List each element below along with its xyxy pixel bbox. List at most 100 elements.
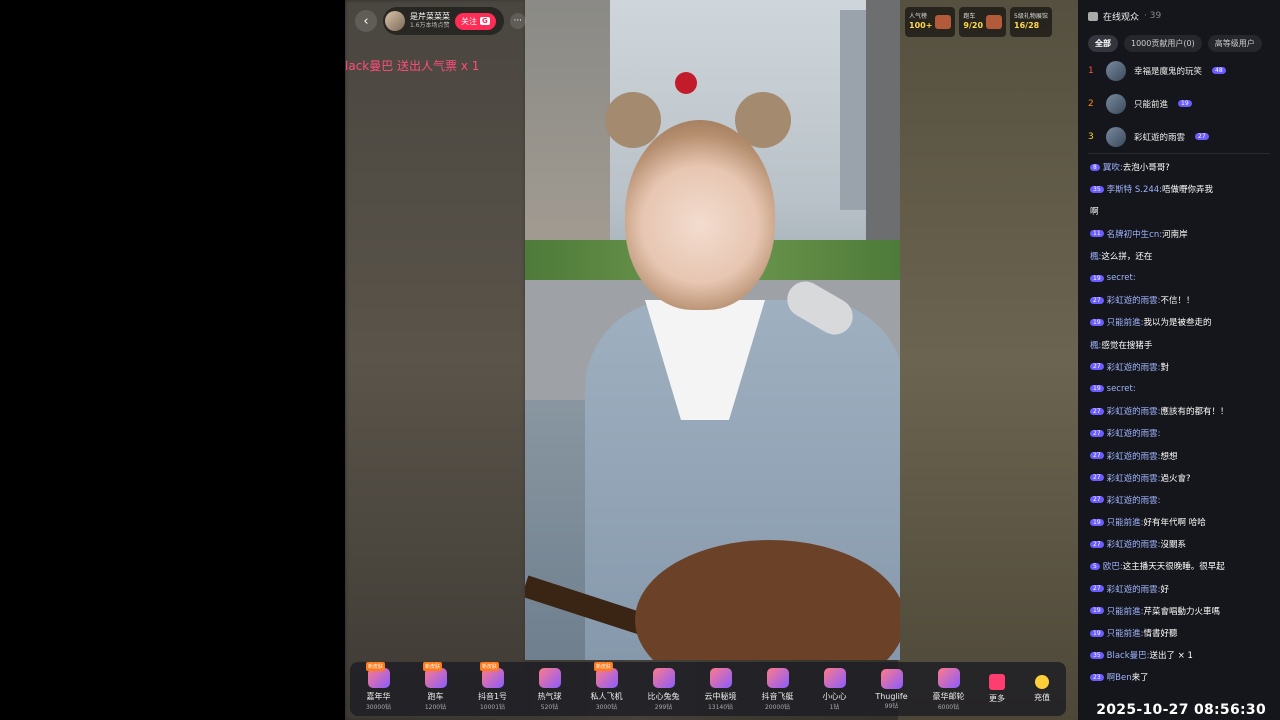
rank-row[interactable]: 1 幸福是魔鬼的玩笑 48	[1078, 54, 1280, 87]
chat-username[interactable]: 楓:	[1090, 339, 1101, 351]
back-button[interactable]: ‹	[355, 10, 377, 32]
host-likes: 1.6万本场点赞	[410, 22, 450, 29]
chat-message: 27 彩虹遊的雨雲:	[1090, 422, 1280, 444]
chat-username[interactable]: 彩虹遊的雨雲:	[1107, 472, 1161, 484]
chat-username[interactable]: 彩虹遊的雨雲:	[1107, 450, 1161, 462]
chat-message: 35 Black曼巴: 送出了 × 1	[1090, 644, 1280, 666]
panel-title: 在线观众	[1103, 12, 1140, 23]
gift-item[interactable]: 热气球 520钻	[521, 667, 578, 711]
gift-tag: 新皮肤	[480, 661, 500, 671]
chat-username[interactable]: 彩虹遊的雨雲:	[1107, 427, 1161, 439]
gift-item[interactable]: 小心心 1钻	[806, 667, 863, 711]
gift-item[interactable]: 新皮肤 跑车 1200钻	[407, 661, 464, 711]
chat-username[interactable]: 只能前進:	[1107, 516, 1144, 528]
chat-text: 情書好聽	[1143, 629, 1178, 640]
chat-username[interactable]: 欧巴:	[1103, 560, 1123, 572]
live-video[interactable]	[525, 0, 900, 660]
cloud-realm-icon	[709, 667, 732, 688]
chat-message: 19 只能前進: 情書好聽	[1090, 622, 1280, 644]
chat-text: 感觉在搜猪手	[1101, 340, 1153, 351]
more-options-button[interactable]: ···	[509, 13, 526, 29]
gift-name: 比心兔兔	[647, 691, 680, 701]
gift-tag: 新皮肤	[594, 661, 614, 671]
chat-username[interactable]: 彩虹遊的雨雲:	[1107, 294, 1161, 306]
avatar[interactable]	[1106, 60, 1126, 81]
avatar[interactable]	[1106, 93, 1126, 114]
chat-text: 好有年代啊 哈哈	[1143, 518, 1206, 529]
stat-sports-car[interactable]: 跑车 9/20	[959, 7, 1007, 37]
tab-all[interactable]: 全部	[1088, 34, 1118, 52]
chat-message: 5 欧巴: 这主播天天很晚睡。很早起	[1090, 555, 1280, 577]
chat-username[interactable]: 只能前進:	[1107, 605, 1144, 617]
avatar[interactable]	[1106, 126, 1126, 147]
diamond-icon	[1035, 675, 1049, 689]
level-badge: 11	[1090, 230, 1104, 238]
gift-item[interactable]: 豪华邮轮 6000钻	[920, 667, 977, 711]
private-jet-icon	[595, 667, 618, 688]
chat-username[interactable]: 只能前進:	[1107, 627, 1144, 639]
gift-item[interactable]: 新皮肤 嘉年华 30000钻	[350, 661, 407, 711]
chat-message: 19 只能前進: 我以为是被叁走的	[1090, 311, 1280, 333]
chat-username[interactable]: 彩虹遊的雨雲:	[1107, 361, 1161, 373]
rank-name: 彩虹遊的雨雲	[1134, 132, 1186, 143]
chat-username[interactable]: 名牌初中生cn:	[1107, 228, 1162, 240]
follow-label: 关注	[461, 16, 477, 26]
gift-item[interactable]: 新皮肤 抖音1号 10001钻	[464, 661, 521, 711]
gift-item[interactable]: 新皮肤 私人飞机 3000钻	[578, 661, 635, 711]
chat-username[interactable]: secret:	[1107, 273, 1136, 283]
chat-username[interactable]: secret:	[1107, 384, 1136, 394]
ellipsis-icon: ···	[513, 16, 523, 26]
stat-gift-gallery[interactable]: 5级礼物展馆 16/28	[1010, 7, 1052, 37]
chat-username[interactable]: 李斯特 S.244:	[1107, 183, 1162, 195]
chat-text: 芹菜會唱動力火車嗎	[1143, 606, 1221, 617]
chat-message: 楓: 这么拼，还在	[1090, 245, 1280, 267]
heart-icon	[823, 667, 846, 688]
cherry-hairpin	[675, 72, 697, 94]
rank-number: 3	[1088, 131, 1094, 142]
tab-contributors[interactable]: 1000贡献用户(0)	[1124, 34, 1202, 52]
level-badge: 8	[1090, 163, 1100, 171]
gift-notice: lack曼巴 送出人气票 x 1	[345, 59, 480, 73]
chat-list[interactable]: 8 翼吹: 去泡小哥哥? 35 李斯特 S.244: 唔做嘢你弄我啊 11 名牌初中生cn…	[1090, 156, 1280, 689]
gift-item[interactable]: Thuglife 99钻	[863, 668, 920, 710]
chat-username[interactable]: 彩虹遊的雨雲:	[1107, 583, 1161, 595]
chat-text: 我以为是被叁走的	[1143, 318, 1212, 329]
chat-message: 楓: 感觉在搜猪手	[1090, 334, 1280, 356]
gift-name: 私人飞机	[590, 691, 623, 701]
rank-row[interactable]: 2 只能前進 19	[1078, 87, 1280, 120]
stat-label: 跑车	[963, 13, 976, 20]
rank-row[interactable]: 3 彩虹遊的雨雲 27	[1078, 120, 1280, 153]
host-info[interactable]: 是芹菜菜菜 1.6万本场点赞 关注 G	[383, 7, 504, 35]
chat-username[interactable]: 彩虹遊的雨雲:	[1107, 538, 1161, 550]
chat-username[interactable]: 翼吹:	[1103, 161, 1123, 173]
chat-message: 27 彩虹遊的雨雲: 不信！！	[1090, 289, 1280, 311]
chat-message: 27 彩虹遊的雨雲: 過火會?	[1090, 467, 1280, 489]
gift-name: Thuglife	[875, 691, 908, 701]
divider	[1088, 153, 1270, 154]
follow-button[interactable]: 关注 G	[455, 12, 496, 30]
chat-message: 23 啊Ben 来了	[1090, 666, 1280, 688]
level-badge: 19	[1090, 518, 1104, 526]
chat-username[interactable]: 只能前進:	[1107, 316, 1144, 328]
host-avatar[interactable]	[385, 11, 405, 31]
gift-item[interactable]: 云中秘境 13140钻	[692, 667, 749, 711]
level-badge: 19	[1178, 100, 1192, 107]
chat-username[interactable]: 楓:	[1090, 250, 1101, 262]
chat-username[interactable]: 彩虹遊的雨雲:	[1107, 494, 1161, 506]
gift-name: 抖音飞艇	[761, 691, 794, 701]
gift-item[interactable]: 比心兔兔 299钻	[635, 667, 692, 711]
level-badge: 27	[1090, 407, 1104, 415]
stat-label: 5级礼物展馆	[1014, 13, 1048, 20]
chat-username[interactable]: Black曼巴:	[1107, 649, 1150, 661]
chat-username[interactable]: 彩虹遊的雨雲:	[1107, 405, 1161, 417]
level-badge: 48	[1212, 67, 1226, 74]
tab-high-level[interactable]: 高等级用户	[1207, 34, 1262, 52]
level-badge: 19	[1090, 629, 1104, 637]
chat-message: 27 彩虹遊的雨雲: 好	[1090, 578, 1280, 600]
chat-username[interactable]: 啊Ben	[1107, 671, 1132, 683]
gift-item[interactable]: 抖音飞艇 20000钻	[749, 667, 806, 711]
recharge-button[interactable]: 充值	[1026, 668, 1058, 710]
more-gifts-button[interactable]: 更多	[977, 674, 1017, 704]
stat-popularity[interactable]: 人气榜 100+	[905, 7, 956, 37]
level-badge: 19	[1090, 385, 1104, 393]
